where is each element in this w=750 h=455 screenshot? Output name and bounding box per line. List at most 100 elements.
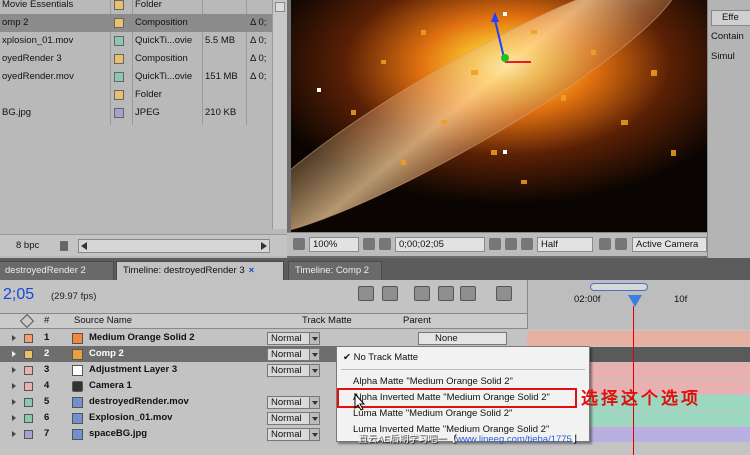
always-preview-icon[interactable] — [293, 238, 305, 250]
item-name: omp 2 — [2, 17, 29, 28]
expand-triangle-icon[interactable] — [12, 335, 16, 341]
project-item[interactable]: BG.jpg JPEG 210 KB — [0, 104, 272, 122]
layer-number: 1 — [44, 332, 50, 343]
blend-mode-select[interactable]: Normal — [267, 364, 320, 377]
time-ruler[interactable]: 02:00f 10f — [527, 280, 750, 329]
item-type: QuickTi...ovie — [135, 71, 193, 82]
layer-label-color[interactable] — [24, 414, 33, 423]
composition-layer-icon — [72, 349, 83, 360]
project-horizontal-scrollbar[interactable] — [78, 239, 270, 253]
layer-name[interactable]: spaceBG.jpg — [89, 426, 147, 442]
project-item[interactable]: oyedRender.mov QuickTi...ovie 151 MB Δ 0… — [0, 68, 272, 86]
project-item[interactable]: Folder — [0, 86, 272, 104]
trash-icon[interactable] — [60, 241, 68, 251]
show-snapshot-icon[interactable] — [505, 238, 517, 250]
close-tab-icon[interactable]: × — [249, 265, 255, 276]
layer-duration-bar[interactable] — [527, 331, 750, 346]
item-name: BG.jpg — [2, 107, 32, 118]
scroll-up-icon[interactable] — [275, 2, 285, 12]
menu-item-alpha-matte[interactable]: Alpha Matte "Medium Orange Solid 2" — [337, 374, 589, 389]
layer-number: 2 — [44, 348, 50, 359]
tab-timeline-destroyedrender-3[interactable]: Timeline: destroyedRender 3 × — [116, 261, 284, 280]
project-panel: Movie Essentials Folder omp 2 Compositio… — [0, 0, 287, 258]
tab-timeline-comp-2[interactable]: Timeline: Comp 2 — [288, 261, 382, 280]
project-vertical-scrollbar[interactable] — [272, 0, 287, 229]
snapshot-icon[interactable] — [489, 238, 501, 250]
layer-label-color[interactable] — [24, 334, 33, 343]
blend-mode-select[interactable]: Normal — [267, 412, 320, 425]
effects-category-simulation[interactable]: Simul — [711, 51, 735, 62]
parent-select[interactable]: None — [418, 332, 507, 345]
expand-triangle-icon[interactable] — [12, 431, 16, 437]
live-update-icon[interactable] — [382, 286, 398, 301]
safe-zones-icon[interactable] — [363, 238, 375, 250]
project-item[interactable]: xplosion_01.mov QuickTi...ovie 5.5 MB Δ … — [0, 32, 272, 50]
layer-name[interactable]: Camera 1 — [89, 378, 132, 394]
layer-label-color[interactable] — [24, 350, 33, 359]
zoom-select[interactable]: 100% — [309, 237, 359, 252]
layer-name[interactable]: destroyedRender.mov — [89, 394, 189, 410]
channel-icon[interactable] — [521, 238, 533, 250]
current-time-display[interactable]: 2;05 — [3, 286, 34, 304]
layer-number: 3 — [44, 364, 50, 375]
layer-name[interactable]: Medium Orange Solid 2 — [89, 330, 195, 346]
watermark: 直云AE后期学习吧一【www.lineeg.com/tieba/1775】 — [358, 431, 581, 445]
layer-label-color[interactable] — [24, 366, 33, 375]
chevron-down-icon — [309, 397, 319, 408]
effects-tab[interactable]: Effe — [711, 10, 750, 26]
current-time-indicator-head[interactable] — [628, 295, 642, 307]
layer-name[interactable]: Adjustment Layer 3 — [89, 362, 177, 378]
scroll-left-icon[interactable] — [81, 242, 87, 250]
layer-name[interactable]: Explosion_01.mov — [89, 410, 172, 426]
project-footer: 8 bpc — [0, 234, 287, 256]
layer-label-color[interactable] — [24, 430, 33, 439]
frame-blending-icon[interactable] — [460, 286, 476, 301]
camera-view-select[interactable]: Active Camera — [632, 237, 707, 252]
expand-triangle-icon[interactable] — [12, 351, 16, 357]
composition-viewer[interactable] — [291, 0, 707, 232]
blend-mode-value: Normal — [271, 365, 302, 376]
layer-label-color[interactable] — [24, 382, 33, 391]
work-area-bar[interactable] — [590, 283, 648, 291]
comp-mini-flowchart-icon[interactable] — [358, 286, 374, 301]
mouse-cursor-icon — [354, 393, 366, 411]
mask-visibility-icon[interactable] — [379, 238, 391, 250]
label-column-icon[interactable] — [19, 313, 35, 329]
expand-triangle-icon[interactable] — [12, 415, 16, 421]
draft-3d-icon[interactable] — [414, 286, 430, 301]
tab-destroyedrender-2[interactable]: destroyedRender 2 — [0, 261, 114, 280]
scroll-right-icon[interactable] — [261, 242, 267, 250]
current-time-field[interactable]: 0;00;02;05 — [395, 237, 485, 252]
bit-depth-button[interactable]: 8 bpc — [16, 240, 39, 251]
blend-mode-select[interactable]: Normal — [267, 428, 320, 441]
project-item[interactable]: oyedRender 3 Composition Δ 0; — [0, 50, 272, 68]
expand-triangle-icon[interactable] — [12, 383, 16, 389]
watermark-url: www.lineeg.com/tieba/1775 — [456, 434, 572, 445]
ruler-tick-label: 10f — [674, 294, 688, 305]
layer-name[interactable]: Comp 2 — [89, 346, 124, 362]
blend-mode-select[interactable]: Normal — [267, 348, 320, 361]
project-item[interactable]: Movie Essentials Folder — [0, 0, 272, 14]
region-of-interest-icon[interactable] — [599, 238, 611, 250]
blend-mode-select[interactable]: Normal — [267, 396, 320, 409]
resolution-select[interactable]: Half — [537, 237, 593, 252]
blend-mode-select[interactable]: Normal — [267, 332, 320, 345]
effects-search-label: Contain — [711, 31, 744, 42]
menu-item-no-track-matte[interactable]: ✔ No Track Matte — [337, 350, 589, 365]
item-size: 151 MB — [205, 71, 238, 82]
track-matte-header[interactable]: Track Matte — [302, 314, 352, 328]
hide-shy-layers-icon[interactable] — [438, 286, 454, 301]
menu-item-luma-matte[interactable]: Luma Matte "Medium Orange Solid 2" — [337, 406, 589, 421]
parent-header[interactable]: Parent — [403, 314, 431, 328]
project-item[interactable]: omp 2 Composition Δ 0; — [0, 14, 272, 32]
source-name-header[interactable]: Source Name — [74, 314, 132, 328]
expand-triangle-icon[interactable] — [12, 367, 16, 373]
current-time-indicator-line[interactable] — [633, 306, 634, 455]
expand-triangle-icon[interactable] — [12, 399, 16, 405]
layer-row[interactable]: 1 Medium Orange Solid 2 Normal None — [0, 330, 527, 346]
label-color-swatch — [114, 0, 124, 10]
chevron-down-icon — [309, 413, 319, 424]
graph-editor-icon[interactable] — [496, 286, 512, 301]
layer-label-color[interactable] — [24, 398, 33, 407]
transparency-grid-icon[interactable] — [615, 238, 627, 250]
